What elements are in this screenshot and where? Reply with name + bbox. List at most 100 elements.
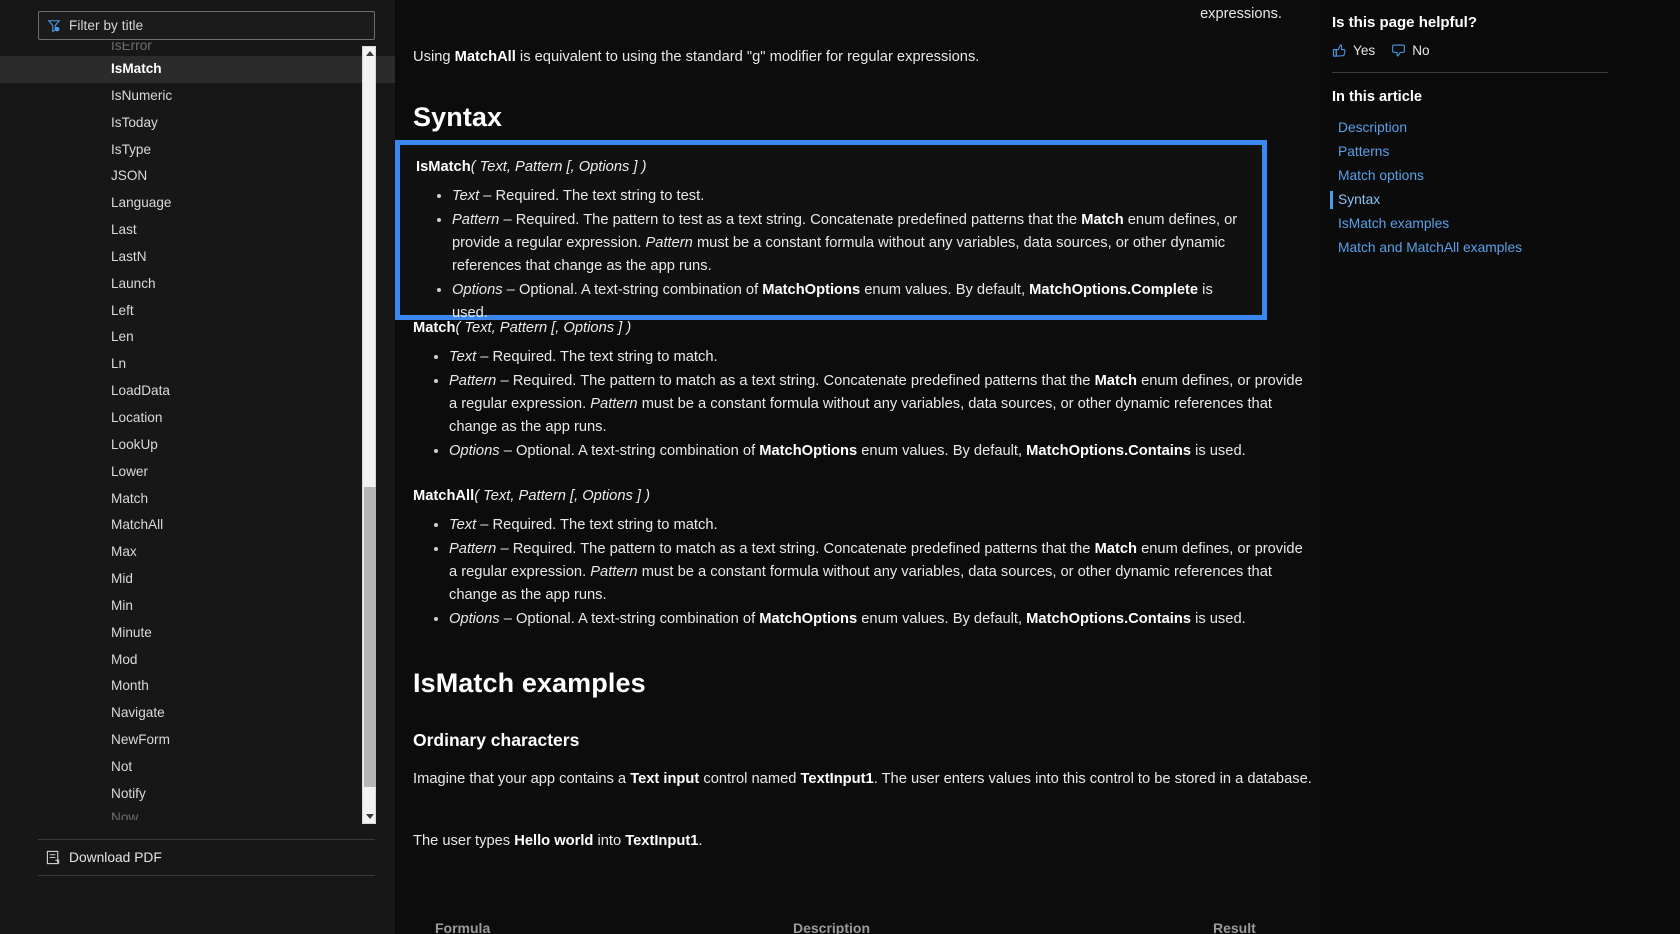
arg-term: Pattern: [449, 541, 497, 558]
sidebar-item-loaddata[interactable]: LoadData: [0, 378, 395, 405]
sidebar-item-language[interactable]: Language: [0, 190, 395, 217]
arg-bold-match: Match: [1094, 373, 1137, 390]
page-root: Filter by title IsError IsMatch IsNumeric I…: [0, 0, 1680, 934]
arg-pattern: Pattern – Required. The pattern to test …: [452, 209, 1246, 278]
arg-term: Text: [449, 517, 477, 533]
sidebar-item-launch[interactable]: Launch: [0, 271, 395, 298]
arg-bold-matchoptions: MatchOptions: [759, 611, 858, 628]
sidebar-item-ismatch[interactable]: IsMatch: [0, 56, 395, 83]
sidebar-item-month[interactable]: Month: [0, 673, 395, 700]
ordinary-paragraph-1-wrap: Imagine that your app contains a Text in…: [413, 768, 1313, 792]
sidebar-item-lastn[interactable]: LastN: [0, 244, 395, 271]
signature-matchall: MatchAll( Text, Pattern [, Options ] ): [413, 488, 1313, 504]
sidebar-item-location[interactable]: Location: [0, 405, 395, 432]
p2-bold-textinput1: TextInput1: [625, 833, 699, 849]
p2-c: .: [698, 833, 703, 849]
ordinary-paragraph-2-wrap: The user types Hello world into TextInpu…: [413, 830, 1313, 854]
arg-desc-a: – Required. The pattern to match as a te…: [496, 541, 1095, 558]
arg-options: Options – Optional. A text-string combin…: [449, 608, 1313, 631]
rail-link-label: Match and MatchAll examples: [1338, 240, 1523, 255]
sidebar-item-len[interactable]: Len: [0, 324, 395, 351]
sidebar-item-istoday[interactable]: IsToday: [0, 110, 395, 137]
feedback-yes-button[interactable]: Yes: [1332, 43, 1375, 58]
highlight-box-ismatch-syntax: IsMatch( Text, Pattern [, Options ] ) Te…: [395, 140, 1267, 321]
rail-link-label: Syntax: [1338, 192, 1381, 207]
sidebar-item-left[interactable]: Left: [0, 298, 395, 325]
download-pdf-button[interactable]: Download PDF: [38, 839, 375, 876]
sidebar-item-istype[interactable]: IsType: [0, 137, 395, 164]
ordinary-heading-wrap: Ordinary characters: [413, 730, 1313, 751]
rail-link-label: Description: [1338, 120, 1408, 135]
rail-link-ismatch-examples[interactable]: IsMatch examples: [1332, 212, 1640, 236]
arg-desc-a: – Optional. A text-string combination of: [502, 282, 763, 299]
arg-italic-pattern: Pattern: [590, 564, 638, 581]
fragment-above-text: expressions.: [1200, 6, 1282, 22]
right-rail: Is this page helpful? Yes No In this art…: [1320, 0, 1680, 934]
signature-ismatch-name: IsMatch: [416, 159, 471, 175]
arg-desc-a: – Required. The pattern to test as a tex…: [499, 212, 1082, 229]
thumbs-up-icon: [1332, 44, 1346, 57]
rail-link-description[interactable]: Description: [1332, 116, 1640, 140]
intro-paragraph-wrap: Using MatchAll is equivalent to using th…: [413, 46, 1313, 70]
signature-block-match: Match( Text, Pattern [, Options ] ) Text…: [413, 320, 1313, 464]
pdf-icon: [46, 850, 60, 865]
filter-input[interactable]: Filter by title: [38, 11, 375, 40]
arg-term: Options: [449, 611, 500, 628]
sidebar-item-navigate[interactable]: Navigate: [0, 700, 395, 727]
rail-link-match-options[interactable]: Match options: [1332, 164, 1640, 188]
arg-desc-b: enum values. By default,: [860, 282, 1030, 299]
arg-italic-pattern: Pattern: [645, 235, 693, 252]
sidebar-scrollbar[interactable]: [362, 46, 376, 824]
sidebar-item-lower[interactable]: Lower: [0, 459, 395, 486]
sidebar-item-partial-bottom[interactable]: Now: [0, 808, 395, 820]
sidebar-item-mod[interactable]: Mod: [0, 647, 395, 674]
syntax-heading-wrap: Syntax: [413, 102, 1313, 133]
sidebar-item-ln[interactable]: Ln: [0, 351, 395, 378]
in-this-article-links: Description Patterns Match options Syntax Is…: [1330, 116, 1640, 260]
sidebar-item-mid[interactable]: Mid: [0, 566, 395, 593]
p1-bold-textinput: Text input: [630, 771, 700, 787]
signature-matchall-name: MatchAll: [413, 488, 475, 504]
ismatch-examples-heading: IsMatch examples: [413, 668, 646, 698]
sidebar-item-minute[interactable]: Minute: [0, 620, 395, 647]
sidebar-item-notify[interactable]: Notify: [0, 781, 395, 808]
sidebar-item-partial-top[interactable]: IsError: [0, 42, 395, 56]
sidebar-item-last[interactable]: Last: [0, 217, 395, 244]
p2-bold-hello-world: Hello world: [514, 833, 594, 849]
ordinary-characters-heading: Ordinary characters: [413, 730, 580, 750]
signature-matchall-params: ( Text, Pattern [, Options ] ): [474, 488, 650, 504]
examples-heading-wrap: IsMatch examples: [413, 668, 1313, 699]
arg-bold-match: Match: [1094, 541, 1137, 558]
arg-desc-a: – Optional. A text-string combination of: [499, 443, 760, 460]
intro-post: is equivalent to using the standard "g" …: [515, 49, 980, 65]
arg-term: Options: [449, 443, 500, 460]
feedback-no-button[interactable]: No: [1391, 43, 1430, 58]
toc-scroll-region[interactable]: IsError IsMatch IsNumeric IsToday IsType JSON…: [0, 42, 395, 826]
arg-desc: – Required. The text string to test.: [479, 188, 705, 204]
sidebar-item-json[interactable]: JSON: [0, 163, 395, 190]
sidebar-item-match[interactable]: Match: [0, 486, 395, 513]
table-header-result: Result: [1213, 920, 1256, 934]
thumbs-down-icon: [1392, 44, 1406, 57]
sidebar-item-not[interactable]: Not: [0, 754, 395, 781]
arg-text: Text – Required. The text string to test…: [452, 185, 1246, 208]
p1-b: control named: [699, 771, 801, 787]
rail-link-patterns[interactable]: Patterns: [1332, 140, 1640, 164]
rail-link-match-and-matchall-examples[interactable]: Match and MatchAll examples: [1332, 236, 1640, 260]
arg-desc: – Required. The text string to match.: [476, 349, 718, 365]
sidebar-item-max[interactable]: Max: [0, 539, 395, 566]
sidebar-item-lookup[interactable]: LookUp: [0, 432, 395, 459]
scroll-down-arrow-icon[interactable]: [363, 810, 377, 823]
signature-ismatch-params: ( Text, Pattern [, Options ] ): [470, 159, 647, 175]
sidebar-item-min[interactable]: Min: [0, 593, 395, 620]
sidebar-item-newform[interactable]: NewForm: [0, 727, 395, 754]
scrollbar-thumb[interactable]: [364, 487, 376, 787]
rail-link-syntax[interactable]: Syntax: [1330, 188, 1640, 212]
scroll-up-arrow-icon[interactable]: [363, 47, 377, 60]
sidebar-item-matchall[interactable]: MatchAll: [0, 512, 395, 539]
sidebar-item-isnumeric[interactable]: IsNumeric: [0, 83, 395, 110]
arg-text: Text – Required. The text string to matc…: [449, 346, 1313, 369]
p2-b: into: [593, 833, 626, 849]
arg-options: Options – Optional. A text-string combin…: [449, 440, 1313, 463]
arg-pattern: Pattern – Required. The pattern to match…: [449, 370, 1313, 439]
